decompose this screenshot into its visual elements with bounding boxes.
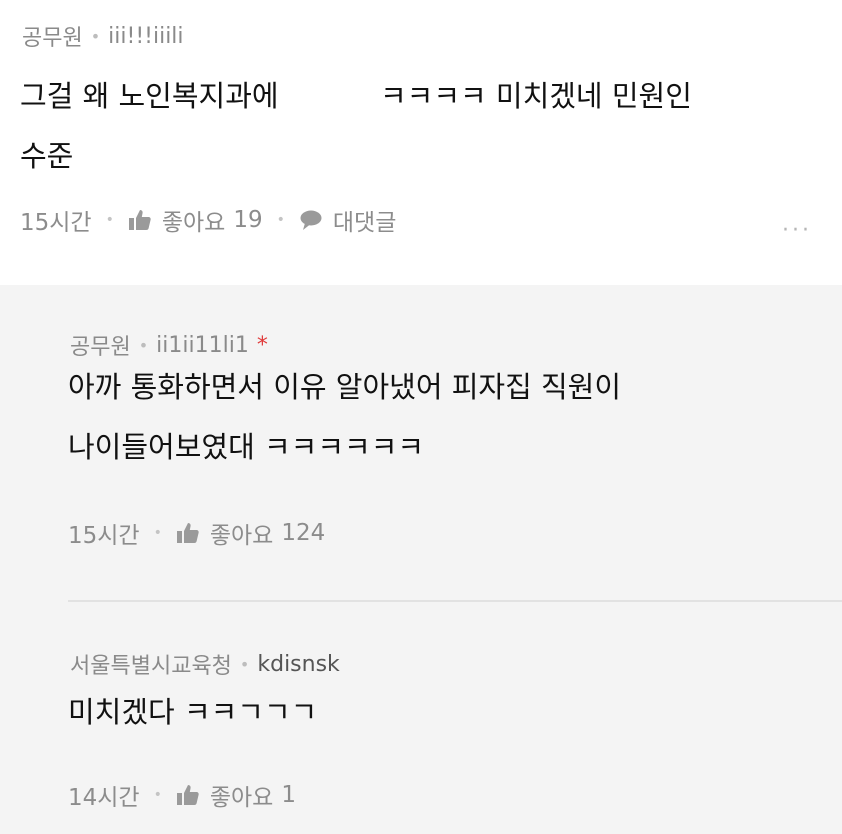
reply-body-line-2: 나이들어보였대 ㅋㅋㅋㅋㅋㅋ <box>68 430 425 464</box>
like-count: 124 <box>281 520 326 546</box>
reply-body-line-1: 미치겠다 ㅋㅋㄱㄱㄱ <box>68 695 318 729</box>
reply-time: 14시간 <box>68 785 140 811</box>
author-affiliation[interactable]: 공무원 <box>22 20 83 52</box>
reply-actions: 15시간 • 좋아요 124 <box>68 516 325 550</box>
author-nickname[interactable]: kdisnsk <box>257 652 339 677</box>
reply-body-line-1: 아까 통화하면서 이유 알아냈어 피자집 직원이 <box>68 370 622 404</box>
comment-meta: 공무원 • iii!!!iiili <box>22 20 184 52</box>
comment-body: 그걸 왜 노인복지과에 ㅋㅋㅋㅋ 미치겠네 민원인 수준 <box>20 66 800 186</box>
author-nickname[interactable]: iii!!!iiili <box>108 24 183 49</box>
thumbs-up-icon <box>176 785 199 805</box>
reply-actions: 14시간 • 좋아요 1 <box>68 778 296 812</box>
replies-section: 공무원 • ii1ii11li1 * 아까 통화하면서 이유 알아냈어 피자집 … <box>0 285 842 834</box>
author-affiliation[interactable]: 서울특별시교육청 <box>70 648 232 680</box>
reply-label: 대댓글 <box>332 210 397 236</box>
meta-separator: • <box>90 26 101 46</box>
action-separator: • <box>153 787 162 803</box>
comment: 공무원 • iii!!!iiili 그걸 왜 노인복지과에 ㅋㅋㅋㅋ 미치겠네 … <box>0 0 842 285</box>
meta-separator: • <box>138 335 149 355</box>
thumbs-up-icon <box>128 210 151 230</box>
like-label: 좋아요 <box>209 523 274 549</box>
action-separator: • <box>105 212 114 228</box>
reply-body: 아까 통화하면서 이유 알아냈어 피자집 직원이 나이들어보였대 ㅋㅋㅋㅋㅋㅋ <box>68 357 828 477</box>
like-button[interactable]: 좋아요 19 <box>128 203 263 237</box>
action-separator: • <box>153 525 162 541</box>
author-marker: * <box>256 332 268 358</box>
like-label: 좋아요 <box>161 210 226 236</box>
author-nickname[interactable]: ii1ii11li1 <box>156 333 249 358</box>
comment-body-line-2: 수준 <box>20 139 74 173</box>
comment-actions: 15시간 • 좋아요 19 • 대댓글 <box>20 203 396 237</box>
like-count: 19 <box>233 207 263 233</box>
reply-button[interactable]: 대댓글 <box>299 203 396 237</box>
comment-thread: 공무원 • iii!!!iiili 그걸 왜 노인복지과에 ㅋㅋㅋㅋ 미치겠네 … <box>0 0 842 834</box>
reply-body: 미치겠다 ㅋㅋㄱㄱㄱ <box>68 682 828 742</box>
comment-body-line-1: 그걸 왜 노인복지과에 ㅋㅋㅋㅋ 미치겠네 민원인 <box>20 79 692 113</box>
like-button[interactable]: 좋아요 1 <box>176 778 296 812</box>
ellipsis-icon[interactable]: ··· <box>782 218 812 243</box>
meta-separator: • <box>239 654 250 674</box>
reply-time: 15시간 <box>68 523 140 549</box>
reply-divider <box>68 600 842 602</box>
action-separator: • <box>276 212 285 228</box>
reply-meta: 서울특별시교육청 • kdisnsk <box>70 648 340 680</box>
thumbs-up-icon <box>176 523 199 543</box>
comment-time: 15시간 <box>20 210 92 236</box>
like-button[interactable]: 좋아요 124 <box>176 516 325 550</box>
speech-bubble-icon <box>300 210 322 230</box>
like-label: 좋아요 <box>209 785 274 811</box>
like-count: 1 <box>281 782 296 808</box>
